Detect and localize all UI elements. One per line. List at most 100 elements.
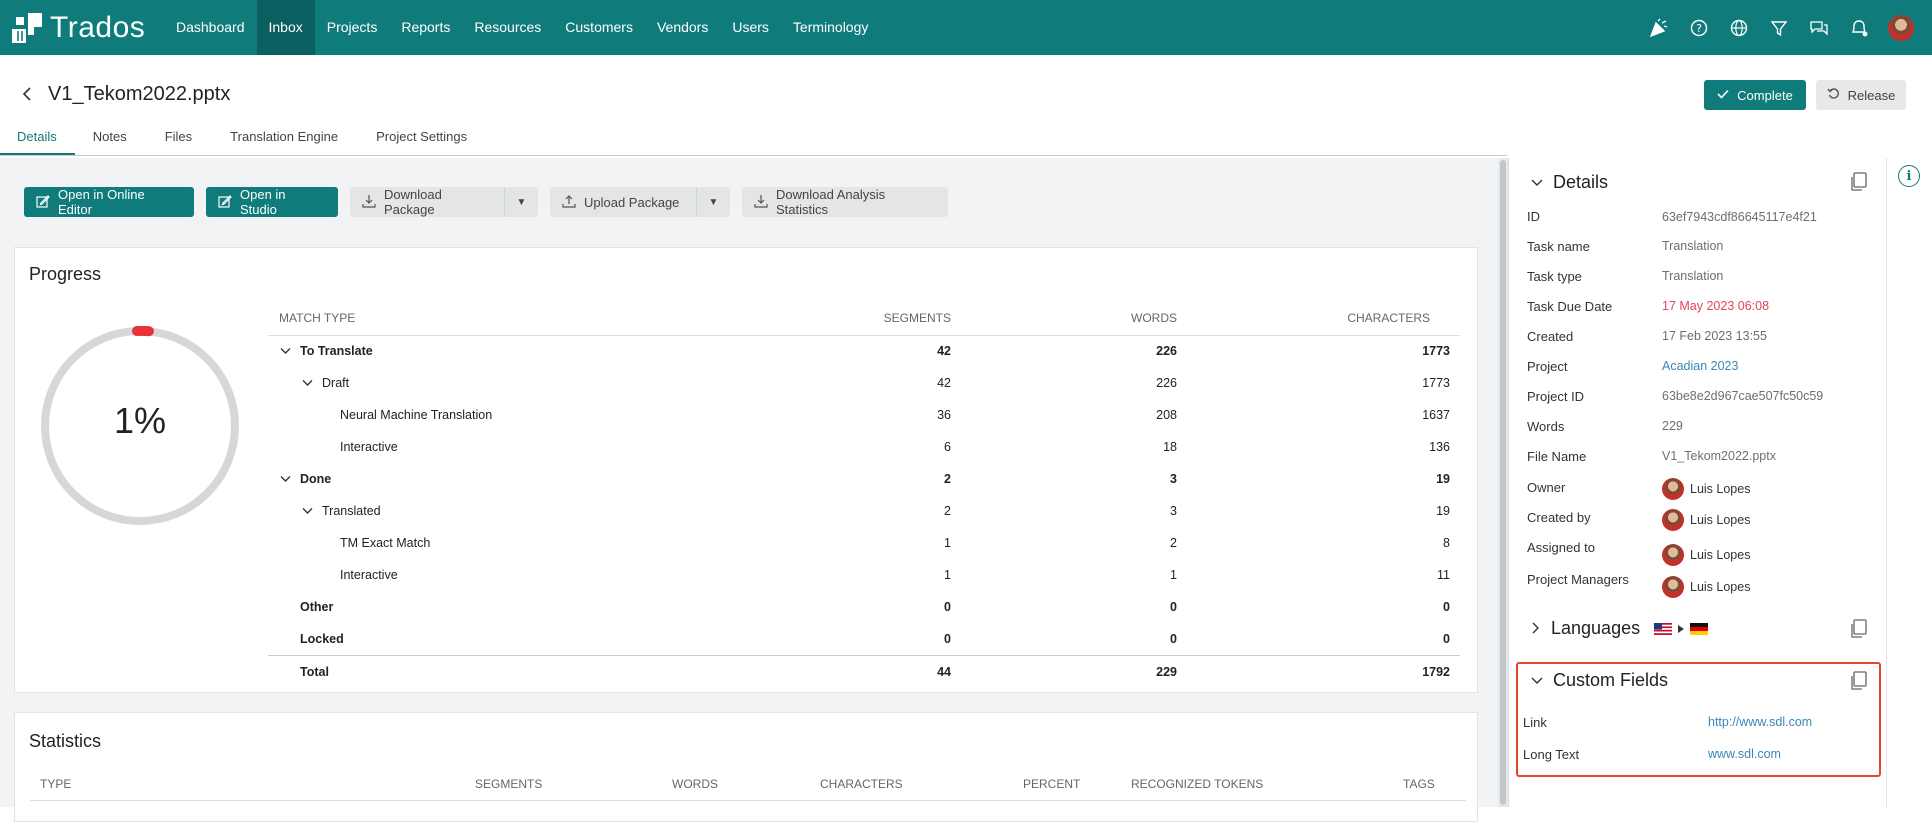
cell-characters: 1637: [1234, 399, 1460, 431]
open-in-studio-button[interactable]: Open in Studio: [206, 187, 338, 217]
release-button[interactable]: Release: [1816, 80, 1906, 110]
check-icon: [1717, 88, 1729, 103]
chevron-down-icon[interactable]: [302, 378, 318, 390]
progress-table-row: Neural Machine Translation362081637: [268, 399, 1460, 431]
cell-characters: 11: [1234, 559, 1460, 591]
custom-fields-title: Custom Fields: [1553, 670, 1668, 691]
progress-percent: 1%: [40, 400, 240, 442]
stats-header-divider: [30, 800, 1466, 801]
tab-translation-engine[interactable]: Translation Engine: [212, 124, 358, 155]
nav-projects[interactable]: Projects: [315, 0, 390, 55]
help-icon[interactable]: ?: [1688, 17, 1710, 39]
copy-icon[interactable]: [1849, 671, 1867, 691]
download-package-dropdown-chevron-down-icon[interactable]: ▼: [504, 187, 538, 217]
details-project-managers-key: Project Managers: [1527, 572, 1629, 587]
tab-project-settings[interactable]: Project Settings: [358, 124, 487, 155]
cell-words: 18: [988, 431, 1234, 463]
stats-col-tags: TAGS: [1403, 777, 1435, 791]
progress-table-row[interactable]: Translated2319: [268, 495, 1460, 527]
created-by-name: Luis Lopes: [1690, 513, 1750, 527]
details-title: Details: [1553, 172, 1608, 193]
chevron-down-icon[interactable]: [280, 474, 296, 486]
total-segments: 44: [788, 655, 988, 689]
filter-icon[interactable]: [1768, 17, 1790, 39]
download-analysis-label: Download Analysis Statistics: [776, 187, 934, 217]
details-section-header[interactable]: Details: [1531, 172, 1608, 193]
progress-table: MATCH TYPE SEGMENTS WORDS CHARACTERS To …: [268, 302, 1460, 689]
upload-package-button[interactable]: Upload Package: [550, 187, 696, 217]
copy-icon[interactable]: [1849, 172, 1867, 192]
details-created-by-value: Luis Lopes: [1662, 509, 1750, 531]
details-due-date-key: Task Due Date: [1527, 299, 1612, 314]
details-file-name-key: File Name: [1527, 449, 1586, 464]
progress-table-row[interactable]: To Translate422261773: [268, 335, 1460, 367]
details-assigned-to-key: Assigned to: [1527, 540, 1595, 555]
details-owner-value: Luis Lopes: [1662, 478, 1750, 500]
nav-dashboard[interactable]: Dashboard: [165, 0, 257, 55]
owner-name: Luis Lopes: [1690, 482, 1750, 496]
nav-vendors[interactable]: Vendors: [645, 0, 720, 55]
top-right-icons: ?: [1648, 0, 1914, 55]
user-avatar[interactable]: [1888, 15, 1914, 41]
details-assigned-to-value: Luis Lopes: [1662, 544, 1750, 566]
trados-logo-icon: [10, 11, 44, 45]
match-type-name: Interactive: [340, 440, 398, 454]
back-chevron-icon[interactable]: [20, 84, 36, 104]
trados-logo[interactable]: Trados: [0, 0, 165, 55]
nav-customers[interactable]: Customers: [553, 0, 645, 55]
globe-icon[interactable]: [1728, 17, 1750, 39]
nav-resources[interactable]: Resources: [462, 0, 553, 55]
de-flag-icon: [1690, 623, 1708, 635]
complete-button[interactable]: Complete: [1704, 80, 1806, 110]
cell-segments: 0: [788, 591, 988, 623]
complete-label: Complete: [1737, 88, 1793, 103]
nav-users[interactable]: Users: [720, 0, 781, 55]
nav-inbox[interactable]: Inbox: [257, 0, 315, 55]
languages-section-header[interactable]: Languages: [1531, 618, 1708, 639]
match-type-name: TM Exact Match: [340, 536, 430, 550]
details-created-value: 17 Feb 2023 13:55: [1662, 329, 1767, 343]
nav-terminology[interactable]: Terminology: [781, 0, 880, 55]
created-by-avatar: [1662, 509, 1684, 531]
details-project-link[interactable]: Acadian 2023: [1662, 359, 1738, 373]
custom-long-text-value[interactable]: www.sdl.com: [1708, 747, 1781, 761]
progress-table-row: TM Exact Match128: [268, 527, 1460, 559]
progress-table-row[interactable]: Draft422261773: [268, 367, 1460, 399]
custom-link-value[interactable]: http://www.sdl.com: [1708, 715, 1812, 729]
details-id-key: ID: [1527, 209, 1540, 224]
custom-long-text-key: Long Text: [1523, 747, 1579, 762]
release-label: Release: [1848, 88, 1896, 103]
match-type-name: Done: [300, 472, 331, 486]
tab-notes[interactable]: Notes: [75, 124, 147, 155]
details-task-type-value: Translation: [1662, 269, 1723, 283]
download-analysis-statistics-button[interactable]: Download Analysis Statistics: [742, 187, 948, 217]
chat-icon[interactable]: [1808, 17, 1830, 39]
tab-files[interactable]: Files: [147, 124, 212, 155]
details-due-date-value: 17 May 2023 06:08: [1662, 299, 1769, 313]
cell-segments: 36: [788, 399, 988, 431]
stats-col-words: WORDS: [672, 777, 718, 791]
whats-new-icon[interactable]: [1648, 17, 1670, 39]
details-words-key: Words: [1527, 419, 1564, 434]
download-package-button[interactable]: Download Package: [350, 187, 504, 217]
upload-package-dropdown-chevron-down-icon[interactable]: ▼: [696, 187, 730, 217]
nav-reports[interactable]: Reports: [389, 0, 462, 55]
match-type-name: To Translate: [300, 344, 373, 358]
copy-icon[interactable]: [1849, 619, 1867, 639]
custom-fields-section-header[interactable]: Custom Fields: [1531, 670, 1668, 691]
cell-characters: 8: [1234, 527, 1460, 559]
main-scrollbar-thumb[interactable]: [1500, 160, 1506, 805]
open-online-editor-button[interactable]: Open in Online Editor: [24, 187, 194, 217]
project-manager-name: Luis Lopes: [1690, 580, 1750, 594]
chevron-down-icon[interactable]: [280, 346, 296, 358]
notifications-icon[interactable]: [1848, 17, 1870, 39]
tab-details[interactable]: Details: [0, 124, 75, 155]
stats-col-characters: CHARACTERS: [820, 777, 903, 791]
cell-characters: 1773: [1234, 367, 1460, 399]
info-icon[interactable]: i: [1898, 165, 1920, 187]
upload-icon: [562, 194, 576, 211]
cell-segments: 1: [788, 559, 988, 591]
chevron-down-icon[interactable]: [302, 506, 318, 518]
progress-table-row[interactable]: Done2319: [268, 463, 1460, 495]
download-icon: [754, 194, 768, 211]
